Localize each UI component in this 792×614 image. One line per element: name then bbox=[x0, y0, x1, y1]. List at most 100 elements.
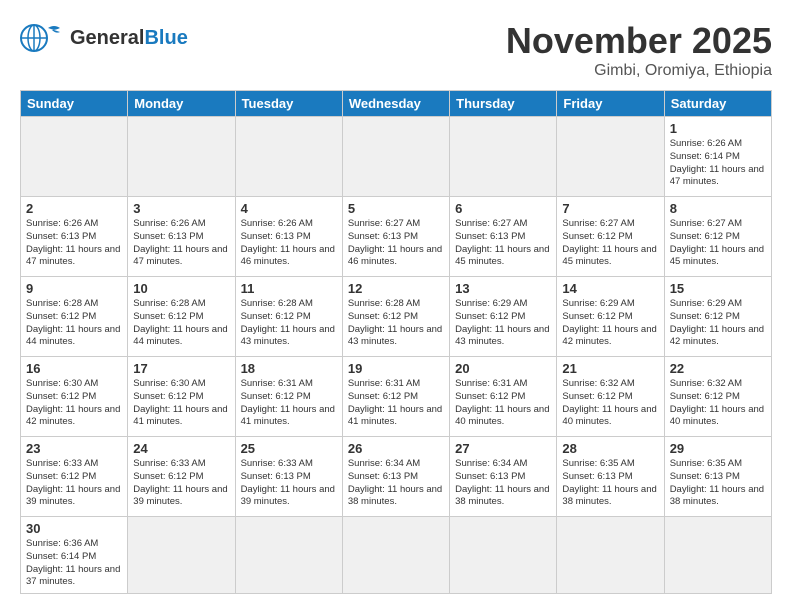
calendar-day-cell: 22Sunrise: 6:32 AMSunset: 6:12 PMDayligh… bbox=[664, 357, 771, 437]
calendar-day-cell bbox=[450, 117, 557, 197]
day-info: Sunrise: 6:27 AMSunset: 6:13 PMDaylight:… bbox=[348, 218, 444, 269]
calendar-day-cell: 10 Sunrise: 6:28 AMSunset: 6:12 PMDayligh… bbox=[128, 277, 235, 357]
day-number: 14 bbox=[562, 281, 658, 296]
day-info: Sunrise: 6:36 AMSunset: 6:14 PMDaylight:… bbox=[26, 538, 122, 589]
month-title: November 2025 bbox=[506, 20, 772, 62]
calendar-week-row: 30 Sunrise: 6:36 AMSunset: 6:14 PMDayligh… bbox=[21, 517, 772, 594]
day-number: 25 bbox=[241, 441, 337, 456]
calendar-week-row: 16 Sunrise: 6:30 AMSunset: 6:12 PMDayligh… bbox=[21, 357, 772, 437]
calendar-day-cell: 23Sunrise: 6:33 AMSunset: 6:12 PMDayligh… bbox=[21, 437, 128, 517]
day-info: Sunrise: 6:30 AMSunset: 6:12 PMDaylight:… bbox=[133, 378, 229, 429]
day-info: Sunrise: 6:29 AMSunset: 6:12 PMDaylight:… bbox=[670, 298, 766, 349]
day-number: 13 bbox=[455, 281, 551, 296]
day-number: 3 bbox=[133, 201, 229, 216]
day-info: Sunrise: 6:32 AMSunset: 6:12 PMDaylight:… bbox=[670, 378, 766, 429]
day-info: Sunrise: 6:33 AMSunset: 6:13 PMDaylight:… bbox=[241, 458, 337, 509]
day-number: 24 bbox=[133, 441, 229, 456]
calendar-week-row: 23Sunrise: 6:33 AMSunset: 6:12 PMDayligh… bbox=[21, 437, 772, 517]
day-info: Sunrise: 6:26 AMSunset: 6:13 PMDaylight:… bbox=[241, 218, 337, 269]
calendar-day-cell: 2Sunrise: 6:26 AMSunset: 6:13 PMDaylight… bbox=[21, 197, 128, 277]
day-info: Sunrise: 6:27 AMSunset: 6:12 PMDaylight:… bbox=[562, 218, 658, 269]
day-info: Sunrise: 6:28 AMSunset: 6:12 PMDaylight:… bbox=[348, 298, 444, 349]
calendar-week-row: 9 Sunrise: 6:28 AMSunset: 6:12 PMDaylight… bbox=[21, 277, 772, 357]
day-info: Sunrise: 6:29 AMSunset: 6:12 PMDaylight:… bbox=[455, 298, 551, 349]
calendar-day-cell: 20 Sunrise: 6:31 AMSunset: 6:12 PMDayligh… bbox=[450, 357, 557, 437]
calendar-day-cell: 8Sunrise: 6:27 AMSunset: 6:12 PMDaylight… bbox=[664, 197, 771, 277]
day-info: Sunrise: 6:28 AMSunset: 6:12 PMDaylight:… bbox=[241, 298, 337, 349]
calendar-day-cell: 7 Sunrise: 6:27 AMSunset: 6:12 PMDaylight… bbox=[557, 197, 664, 277]
calendar-week-row: 1 Sunrise: 6:26 AMSunset: 6:14 PMDaylight… bbox=[21, 117, 772, 197]
calendar-day-cell: 9 Sunrise: 6:28 AMSunset: 6:12 PMDaylight… bbox=[21, 277, 128, 357]
calendar-day-cell bbox=[21, 117, 128, 197]
logo-icon bbox=[20, 20, 64, 56]
day-number: 29 bbox=[670, 441, 766, 456]
day-info: Sunrise: 6:34 AMSunset: 6:13 PMDaylight:… bbox=[348, 458, 444, 509]
calendar-day-cell: 17Sunrise: 6:30 AMSunset: 6:12 PMDayligh… bbox=[128, 357, 235, 437]
day-number: 19 bbox=[348, 361, 444, 376]
calendar-day-cell bbox=[128, 517, 235, 594]
calendar-day-cell bbox=[128, 117, 235, 197]
day-number: 16 bbox=[26, 361, 122, 376]
day-number: 27 bbox=[455, 441, 551, 456]
page-header: GeneralBlue November 2025 Gimbi, Oromiya… bbox=[20, 20, 772, 80]
calendar-day-cell: 28 Sunrise: 6:35 AMSunset: 6:13 PMDayligh… bbox=[557, 437, 664, 517]
day-info: Sunrise: 6:30 AMSunset: 6:12 PMDaylight:… bbox=[26, 378, 122, 429]
calendar-day-cell: 18Sunrise: 6:31 AMSunset: 6:12 PMDayligh… bbox=[235, 357, 342, 437]
calendar-day-cell: 30 Sunrise: 6:36 AMSunset: 6:14 PMDayligh… bbox=[21, 517, 128, 594]
calendar-day-cell: 19Sunrise: 6:31 AMSunset: 6:12 PMDayligh… bbox=[342, 357, 449, 437]
logo: GeneralBlue bbox=[20, 20, 188, 56]
day-number: 12 bbox=[348, 281, 444, 296]
day-info: Sunrise: 6:26 AMSunset: 6:14 PMDaylight:… bbox=[670, 138, 766, 189]
weekday-header: Monday bbox=[128, 91, 235, 117]
calendar-day-cell: 27 Sunrise: 6:34 AMSunset: 6:13 PMDayligh… bbox=[450, 437, 557, 517]
calendar-day-cell bbox=[450, 517, 557, 594]
day-number: 2 bbox=[26, 201, 122, 216]
calendar-day-cell: 13 Sunrise: 6:29 AMSunset: 6:12 PMDayligh… bbox=[450, 277, 557, 357]
day-number: 1 bbox=[670, 121, 766, 136]
day-number: 9 bbox=[26, 281, 122, 296]
calendar-week-row: 2 Sunrise: 6:26 AMSunset: 6:13 PMDaylight… bbox=[21, 197, 772, 277]
day-info: Sunrise: 6:29 AMSunset: 6:12 PMDaylight:… bbox=[562, 298, 658, 349]
day-number: 6 bbox=[455, 201, 551, 216]
calendar-day-cell: 5 Sunrise: 6:27 AMSunset: 6:13 PMDaylight… bbox=[342, 197, 449, 277]
calendar-day-cell: 25 Sunrise: 6:33 AMSunset: 6:13 PMDayligh… bbox=[235, 437, 342, 517]
day-number: 10 bbox=[133, 281, 229, 296]
calendar-day-cell: 12 Sunrise: 6:28 AMSunset: 6:12 PMDayligh… bbox=[342, 277, 449, 357]
day-info: Sunrise: 6:31 AMSunset: 6:12 PMDaylight:… bbox=[455, 378, 551, 429]
weekday-header: Saturday bbox=[664, 91, 771, 117]
weekday-header: Tuesday bbox=[235, 91, 342, 117]
day-info: Sunrise: 6:28 AMSunset: 6:12 PMDaylight:… bbox=[133, 298, 229, 349]
day-info: Sunrise: 6:34 AMSunset: 6:13 PMDaylight:… bbox=[455, 458, 551, 509]
day-number: 26 bbox=[348, 441, 444, 456]
calendar-day-cell: 6 Sunrise: 6:27 AMSunset: 6:13 PMDaylight… bbox=[450, 197, 557, 277]
day-info: Sunrise: 6:27 AMSunset: 6:13 PMDaylight:… bbox=[455, 218, 551, 269]
day-info: Sunrise: 6:26 AMSunset: 6:13 PMDaylight:… bbox=[133, 218, 229, 269]
calendar-day-cell: 29 Sunrise: 6:35 AMSunset: 6:13 PMDayligh… bbox=[664, 437, 771, 517]
calendar-day-cell: 24Sunrise: 6:33 AMSunset: 6:12 PMDayligh… bbox=[128, 437, 235, 517]
calendar-day-cell: 14 Sunrise: 6:29 AMSunset: 6:12 PMDayligh… bbox=[557, 277, 664, 357]
day-info: Sunrise: 6:35 AMSunset: 6:13 PMDaylight:… bbox=[670, 458, 766, 509]
day-number: 8 bbox=[670, 201, 766, 216]
day-number: 20 bbox=[455, 361, 551, 376]
calendar-day-cell bbox=[664, 517, 771, 594]
day-number: 18 bbox=[241, 361, 337, 376]
day-number: 28 bbox=[562, 441, 658, 456]
calendar-table: SundayMondayTuesdayWednesdayThursdayFrid… bbox=[20, 90, 772, 594]
calendar-day-cell: 4 Sunrise: 6:26 AMSunset: 6:13 PMDaylight… bbox=[235, 197, 342, 277]
title-block: November 2025 Gimbi, Oromiya, Ethiopia bbox=[506, 20, 772, 80]
day-info: Sunrise: 6:28 AMSunset: 6:12 PMDaylight:… bbox=[26, 298, 122, 349]
weekday-header: Sunday bbox=[21, 91, 128, 117]
day-info: Sunrise: 6:32 AMSunset: 6:12 PMDaylight:… bbox=[562, 378, 658, 429]
day-number: 30 bbox=[26, 521, 122, 536]
day-number: 5 bbox=[348, 201, 444, 216]
day-info: Sunrise: 6:35 AMSunset: 6:13 PMDaylight:… bbox=[562, 458, 658, 509]
logo-blue: Blue bbox=[144, 27, 187, 49]
calendar-day-cell bbox=[235, 117, 342, 197]
calendar-day-cell bbox=[557, 117, 664, 197]
day-number: 4 bbox=[241, 201, 337, 216]
day-info: Sunrise: 6:33 AMSunset: 6:12 PMDaylight:… bbox=[26, 458, 122, 509]
weekday-header: Friday bbox=[557, 91, 664, 117]
day-number: 15 bbox=[670, 281, 766, 296]
day-number: 7 bbox=[562, 201, 658, 216]
calendar-day-cell: 15 Sunrise: 6:29 AMSunset: 6:12 PMDayligh… bbox=[664, 277, 771, 357]
